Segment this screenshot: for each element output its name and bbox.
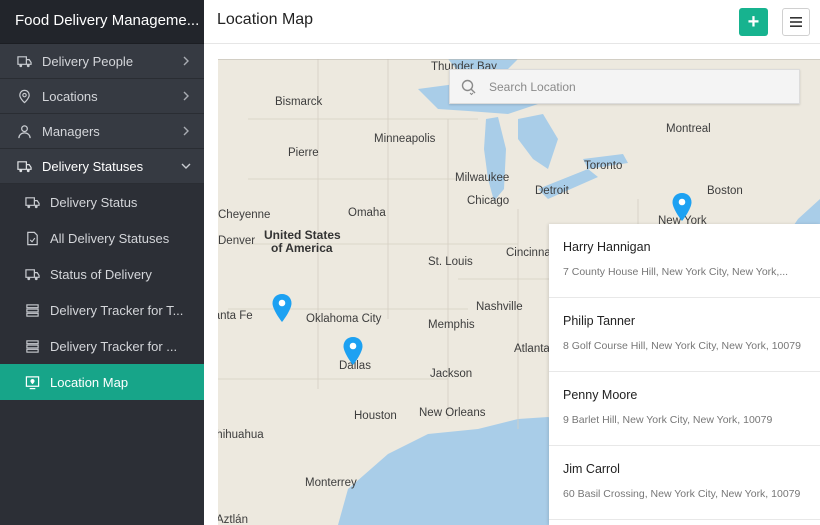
chevron-right-icon: [180, 90, 192, 102]
map-label: Monterrey: [305, 477, 357, 489]
truck-icon: [16, 53, 32, 69]
sidebar-item-label: All Delivery Statuses: [50, 230, 170, 246]
menu-button[interactable]: [782, 8, 810, 36]
map-label: Denver: [218, 235, 256, 247]
chevron-right-icon: [180, 125, 192, 137]
location-address: 8 Golf Course Hill, New York City, New Y…: [563, 340, 801, 352]
page-header: Location Map +: [204, 0, 820, 44]
map-label: Montreal: [666, 123, 711, 135]
location-name: Jim Carrol: [563, 462, 620, 476]
search-input[interactable]: [489, 79, 769, 94]
app-title: Food Delivery Manageme...: [0, 0, 204, 44]
map-pin-icon[interactable]: [671, 192, 693, 222]
sidebar-item-label: Location Map: [50, 374, 129, 390]
map-pin-icon[interactable]: [271, 293, 293, 323]
map-label: Cincinna: [506, 247, 551, 259]
chevron-right-icon: [180, 55, 192, 67]
map-label: Chihuahua: [218, 429, 264, 441]
user-icon: [16, 123, 32, 139]
map-label: Omaha: [348, 207, 386, 219]
map-label: Detroit: [535, 185, 569, 197]
list-icon: [24, 338, 40, 354]
map-label: Minneapolis: [374, 133, 436, 145]
map-label: St. Louis: [428, 256, 473, 268]
map-label: Jackson: [430, 368, 473, 380]
map-label: Bismarck: [275, 96, 323, 108]
document-icon: [24, 230, 40, 246]
sidebar-item-label: Delivery People: [42, 53, 134, 69]
truck-icon: [16, 158, 32, 174]
hamburger-icon: [790, 17, 802, 27]
map-label: Pierre: [288, 147, 319, 159]
map-label: New Orleans: [419, 407, 486, 419]
sidebar-subitem-all-delivery-statuses[interactable]: All Delivery Statuses: [0, 220, 204, 256]
sidebar-subitem-delivery-status[interactable]: Delivery Status: [0, 184, 204, 220]
map-label: Houston: [354, 410, 397, 422]
location-list: Harry Hannigan 7 County House Hill, New …: [549, 224, 820, 525]
sidebar-item-label: Delivery Status: [50, 194, 138, 210]
truck-icon: [24, 266, 40, 282]
sidebar-subitem-location-map[interactable]: Location Map: [0, 364, 204, 400]
map-label: Atlanta: [514, 343, 550, 355]
sidebar-item-label: Status of Delivery: [50, 266, 152, 282]
list-item[interactable]: Harry Hannigan 7 County House Hill, New …: [549, 224, 820, 298]
map-board-icon: [24, 374, 40, 390]
list-item[interactable]: Penny Moore 9 Barlet Hill, New York City…: [549, 372, 820, 446]
sidebar-item-label: Managers: [42, 123, 100, 139]
location-address: 9 Barlet Hill, New York City, New York, …: [563, 414, 773, 426]
map-marker-icon: [16, 88, 32, 104]
sidebar-item-label: Delivery Tracker for T...: [50, 302, 184, 318]
map-label: Milwaukee: [455, 172, 510, 184]
map-label: Nashville: [476, 301, 523, 313]
add-button[interactable]: +: [739, 8, 768, 36]
search-icon: [461, 79, 476, 95]
list-item[interactable]: Jim Carrol 60 Basil Crossing, New York C…: [549, 446, 820, 520]
sidebar-subitem-delivery-tracker-1[interactable]: Delivery Tracker for T...: [0, 292, 204, 328]
location-address: 60 Basil Crossing, New York City, New Yo…: [563, 488, 801, 500]
list-item[interactable]: Philip Tanner 8 Golf Course Hill, New Yo…: [549, 298, 820, 372]
map-label: Santa Fe: [218, 310, 253, 322]
location-name: Penny Moore: [563, 388, 638, 402]
sidebar-item-delivery-people[interactable]: Delivery People: [0, 44, 204, 79]
map-search-box: [449, 69, 800, 104]
map-label: Oklahoma City: [306, 313, 382, 325]
sidebar: Food Delivery Manageme... Delivery Peopl…: [0, 0, 204, 525]
location-name: Philip Tanner: [563, 314, 636, 328]
sidebar-item-label: Delivery Statuses: [42, 158, 144, 174]
sidebar-subitem-delivery-tracker-2[interactable]: Delivery Tracker for ...: [0, 328, 204, 364]
page-title: Location Map: [217, 11, 314, 28]
sidebar-item-label: Delivery Tracker for ...: [50, 338, 178, 354]
sidebar-subitem-status-of-delivery[interactable]: Status of Delivery: [0, 256, 204, 292]
location-address: 7 County House Hill, New York City, New …: [563, 266, 789, 278]
map-label: Chicago: [467, 195, 510, 207]
truck-icon: [24, 194, 40, 210]
map-label: Aztlán: [218, 514, 248, 525]
map-pin-icon[interactable]: [342, 336, 364, 366]
map-label: Toronto: [584, 160, 623, 172]
map-label: United States: [264, 228, 341, 242]
chevron-down-icon: [180, 160, 192, 172]
map-label: of America: [271, 241, 333, 255]
sidebar-item-managers[interactable]: Managers: [0, 114, 204, 149]
map-label: Boston: [707, 185, 743, 197]
sidebar-item-delivery-statuses[interactable]: Delivery Statuses: [0, 149, 204, 184]
sidebar-item-label: Locations: [42, 88, 98, 104]
location-name: Harry Hannigan: [563, 240, 651, 254]
list-icon: [24, 302, 40, 318]
sidebar-item-locations[interactable]: Locations: [0, 79, 204, 114]
map-label: Memphis: [428, 319, 475, 331]
map-label: Cheyenne: [218, 209, 271, 221]
